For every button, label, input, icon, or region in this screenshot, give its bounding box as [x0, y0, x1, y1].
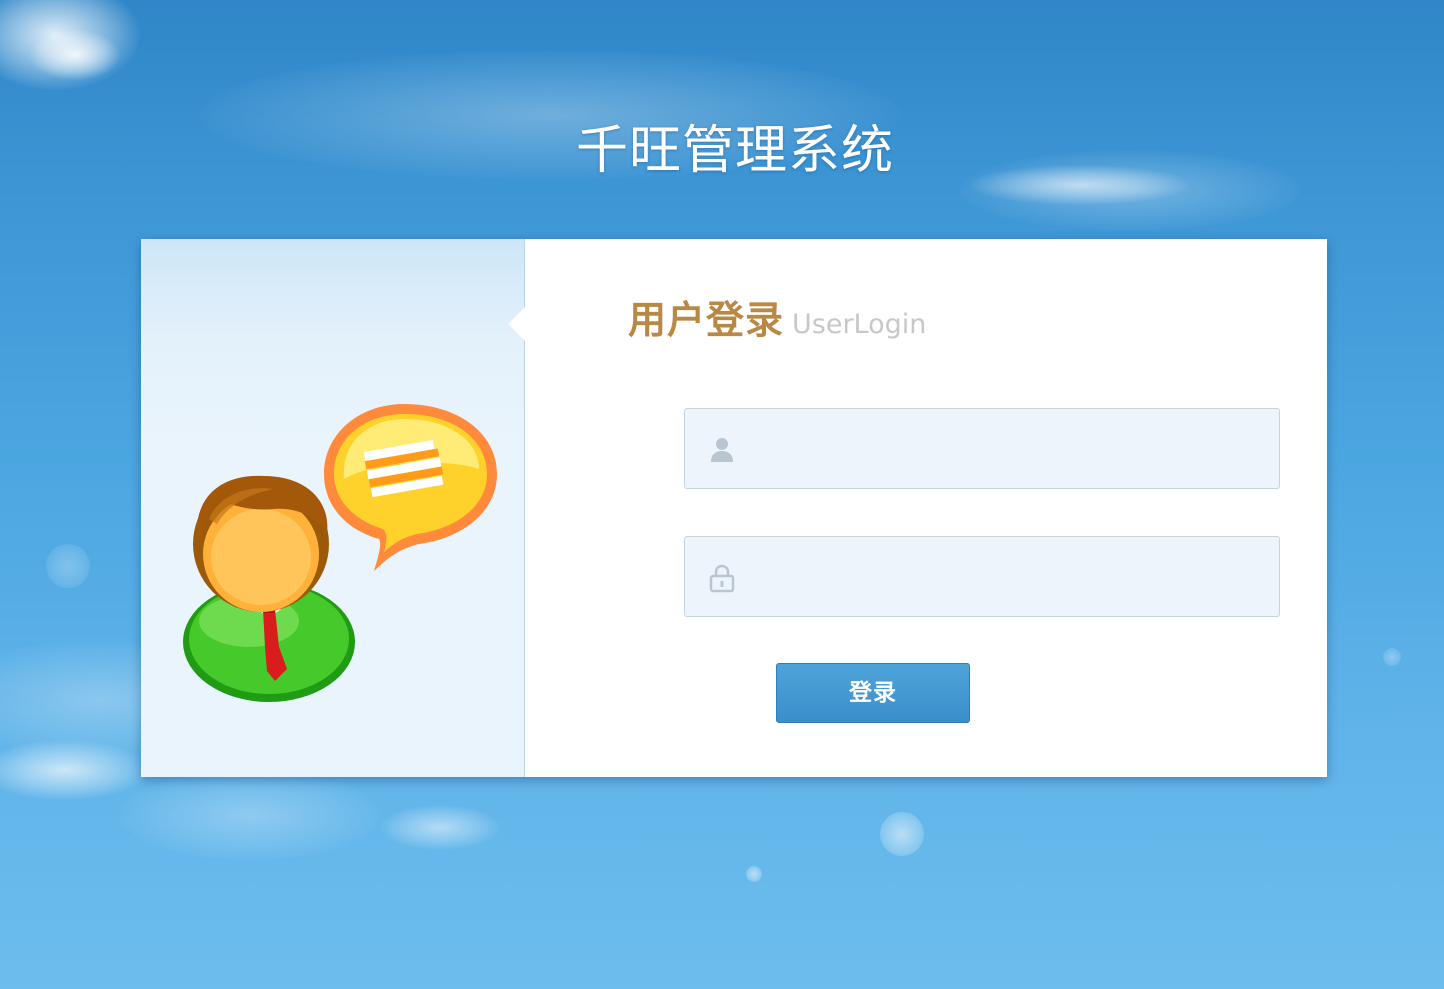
light-bubble [746, 866, 762, 882]
page-title: 千旺管理系统 [575, 121, 894, 181]
light-bubble [880, 812, 924, 856]
light-bubble [1383, 648, 1401, 666]
cloud-decoration [30, 30, 120, 80]
password-input[interactable] [755, 537, 1269, 618]
sky-background: 千旺管理系统 用户登录 UserLogin 登录 [0, 0, 1444, 989]
login-heading: 用户登录 UserLogin [628, 289, 926, 344]
lock-icon [709, 564, 735, 593]
light-bubble [46, 544, 90, 588]
login-button[interactable]: 登录 [776, 663, 970, 723]
user-chat-icon [183, 404, 497, 702]
cloud-decoration [380, 805, 500, 850]
username-input[interactable] [755, 409, 1269, 490]
password-field[interactable] [684, 536, 1280, 618]
panel-pointer [508, 307, 525, 341]
cloud-decoration [0, 740, 150, 800]
login-heading-en: UserLogin [792, 309, 927, 340]
login-panel: 用户登录 UserLogin 登录 [141, 239, 1327, 777]
user-icon [711, 438, 733, 462]
cloud-decoration [120, 770, 380, 860]
username-field[interactable] [684, 408, 1280, 490]
login-panel-illustration [141, 239, 525, 777]
login-heading-cn: 用户登录 [628, 298, 785, 342]
